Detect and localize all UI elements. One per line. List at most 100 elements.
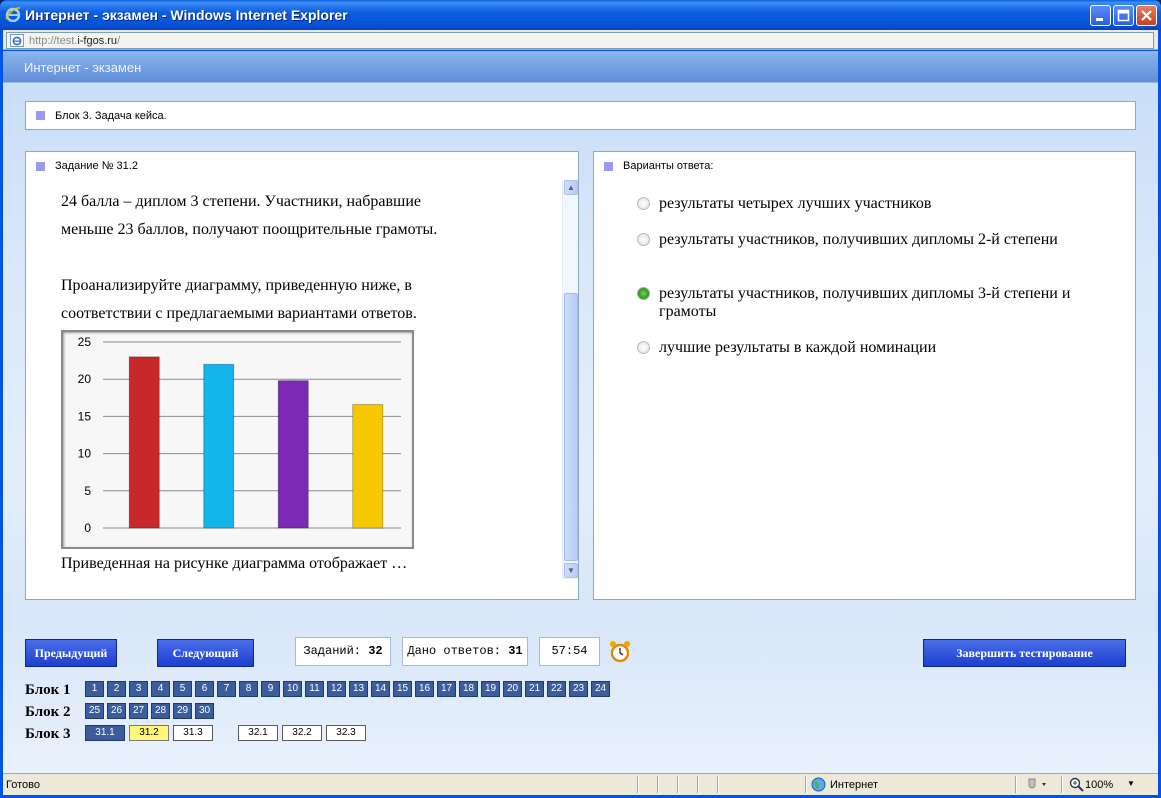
status-divider xyxy=(697,776,699,793)
status-text: Готово xyxy=(6,779,40,791)
bullet-square-icon xyxy=(36,111,45,120)
question-button[interactable]: 2 xyxy=(107,681,126,697)
answers-header: Варианты ответа: xyxy=(623,160,714,172)
question-button[interactable]: 15 xyxy=(393,681,412,697)
vertical-scrollbar[interactable]: ▲ ▼ xyxy=(562,180,578,579)
question-button[interactable]: 20 xyxy=(503,681,522,697)
question-button[interactable]: 19 xyxy=(481,681,500,697)
scroll-thumb[interactable] xyxy=(564,293,578,561)
question-button[interactable]: 14 xyxy=(371,681,390,697)
tasks-count: 32 xyxy=(368,644,383,658)
minimize-button[interactable] xyxy=(1090,5,1111,26)
question-button[interactable]: 7 xyxy=(217,681,236,697)
tasks-count-box: Заданий: 32 xyxy=(295,637,391,666)
chart-y-tick-label: 15 xyxy=(78,409,92,423)
app-header: Интернет - экзамен xyxy=(3,51,1158,83)
question-button[interactable]: 32.3 xyxy=(326,725,366,741)
url-text: http://test.i-fgos.ru/ xyxy=(29,35,121,47)
question-button[interactable]: 18 xyxy=(459,681,478,697)
status-divider xyxy=(677,776,679,793)
bullet-square-icon xyxy=(36,162,45,171)
radio-button[interactable] xyxy=(637,197,650,210)
question-button[interactable]: 6 xyxy=(195,681,214,697)
bar-chart: 0 5 10 15 20 25 xyxy=(61,330,414,549)
question-button[interactable]: 23 xyxy=(569,681,588,697)
chart-bar xyxy=(203,363,235,529)
chart-y-tick-label: 5 xyxy=(84,484,91,498)
scroll-down-icon[interactable]: ▼ xyxy=(564,563,578,578)
radio-button[interactable] xyxy=(637,341,650,354)
address-bar: http://test.i-fgos.ru/ xyxy=(3,30,1158,50)
tasks-label: Заданий: xyxy=(303,644,361,658)
radio-button[interactable] xyxy=(637,233,650,246)
maximize-button[interactable] xyxy=(1113,5,1134,26)
question-button[interactable]: 13 xyxy=(349,681,368,697)
block1-label: Блок 1 xyxy=(25,682,71,698)
close-button[interactable] xyxy=(1136,5,1157,26)
answers-count: 31 xyxy=(508,644,523,658)
question-button[interactable]: 16 xyxy=(415,681,434,697)
question-button[interactable]: 25 xyxy=(85,703,104,719)
question-button[interactable]: 12 xyxy=(327,681,346,697)
answer-label: результаты участников, получивших диплом… xyxy=(659,231,1058,248)
internet-explorer-icon xyxy=(5,7,21,22)
question-button[interactable]: 32.2 xyxy=(282,725,322,741)
question-button[interactable]: 22 xyxy=(547,681,566,697)
answers-panel: Варианты ответа: результаты четырех лучш… xyxy=(593,151,1136,600)
question-button[interactable]: 27 xyxy=(129,703,148,719)
chart-y-tick-label: 25 xyxy=(78,335,92,349)
status-divider xyxy=(1015,776,1017,793)
answers-count-box: Дано ответов: 31 xyxy=(402,637,528,666)
status-divider xyxy=(657,776,659,793)
question-button[interactable]: 3 xyxy=(129,681,148,697)
question-button[interactable]: 8 xyxy=(239,681,258,697)
zoom-level[interactable]: 100% xyxy=(1085,779,1113,791)
alarm-clock-icon xyxy=(610,641,630,663)
task-line: соответствии с предлагаемыми вариантами … xyxy=(61,305,417,322)
finish-test-button[interactable]: Завершить тестирование xyxy=(923,639,1126,667)
question-button[interactable]: 32.1 xyxy=(238,725,278,741)
chart-y-tick-label: 0 xyxy=(84,521,91,535)
question-button[interactable]: 24 xyxy=(591,681,610,697)
zoom-dropdown-icon[interactable]: ▼ xyxy=(1127,779,1135,788)
question-button[interactable]: 31.2 xyxy=(129,725,169,741)
title-bar[interactable]: Интернет - экзамен - Windows Internet Ex… xyxy=(0,0,1161,30)
question-button[interactable]: 31.3 xyxy=(173,725,213,741)
protected-mode-icon[interactable] xyxy=(1025,777,1051,792)
question-button[interactable]: 5 xyxy=(173,681,192,697)
question-button[interactable]: 31.1 xyxy=(85,725,125,741)
security-zone: Интернет xyxy=(830,779,878,791)
answer-label: лучшие результаты в каждой номинации xyxy=(659,339,937,356)
status-divider xyxy=(637,776,639,793)
zoom-icon[interactable] xyxy=(1069,777,1084,792)
next-button[interactable]: Следующий xyxy=(157,639,254,667)
status-divider xyxy=(805,776,807,793)
globe-icon xyxy=(811,777,826,792)
bar-chart-svg: 0 5 10 15 20 25 xyxy=(78,335,401,535)
question-button[interactable]: 29 xyxy=(173,703,192,719)
question-button[interactable]: 9 xyxy=(261,681,280,697)
timer: 57:54 xyxy=(539,637,600,666)
question-button[interactable]: 17 xyxy=(437,681,456,697)
status-divider xyxy=(717,776,719,793)
task-line: Приведенная на рисунке диаграмма отображ… xyxy=(61,555,408,572)
answers-label: Дано ответов: xyxy=(407,644,501,658)
question-button[interactable]: 28 xyxy=(151,703,170,719)
question-button[interactable]: 30 xyxy=(195,703,214,719)
address-field[interactable]: http://test.i-fgos.ru/ xyxy=(6,32,1154,49)
question-button[interactable]: 21 xyxy=(525,681,544,697)
task-panel: Задание № 31.2 24 балла – диплом 3 степе… xyxy=(25,151,579,600)
task-line: Проанализируйте диаграмму, приведенную н… xyxy=(61,277,412,294)
radio-button-checked[interactable] xyxy=(637,287,650,300)
previous-button[interactable]: Предыдущий xyxy=(25,639,117,667)
question-button[interactable]: 10 xyxy=(283,681,302,697)
question-button[interactable]: 4 xyxy=(151,681,170,697)
maximize-icon xyxy=(1114,6,1133,25)
question-button[interactable]: 11 xyxy=(305,681,324,697)
scroll-up-icon[interactable]: ▲ xyxy=(564,180,578,195)
window-title: Интернет - экзамен - Windows Internet Ex… xyxy=(25,7,348,23)
close-icon xyxy=(1137,6,1156,25)
task-line: меньше 23 баллов, получают поощрительные… xyxy=(61,221,438,238)
question-button[interactable]: 26 xyxy=(107,703,126,719)
question-button[interactable]: 1 xyxy=(85,681,104,697)
